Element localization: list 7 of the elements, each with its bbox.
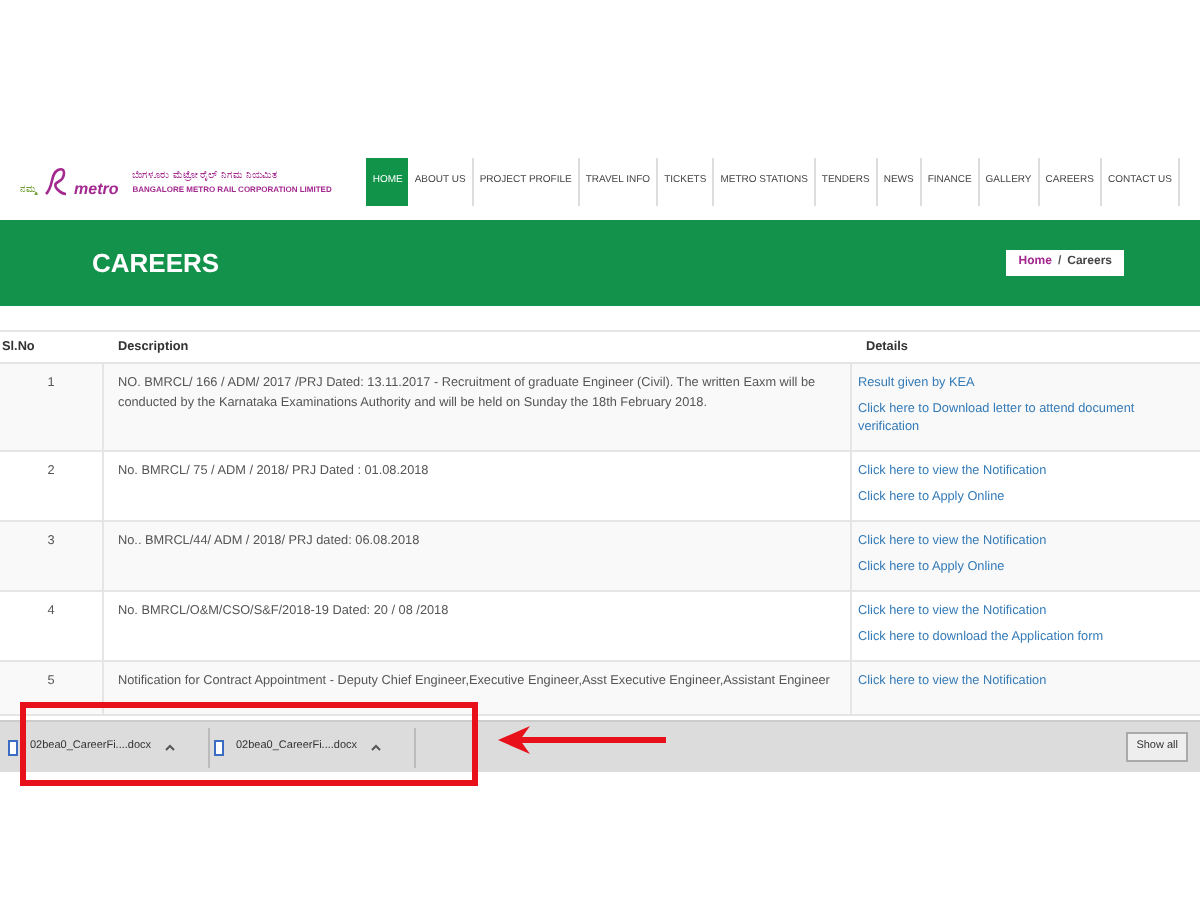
document-icon xyxy=(8,739,18,755)
logo-swirl-icon xyxy=(42,166,70,198)
caret-icon[interactable] xyxy=(163,743,176,751)
page-title: CAREERS xyxy=(92,245,220,282)
document-icon xyxy=(214,739,224,755)
caret-icon[interactable] xyxy=(369,743,382,751)
logo-brand-text: metro xyxy=(74,182,119,198)
